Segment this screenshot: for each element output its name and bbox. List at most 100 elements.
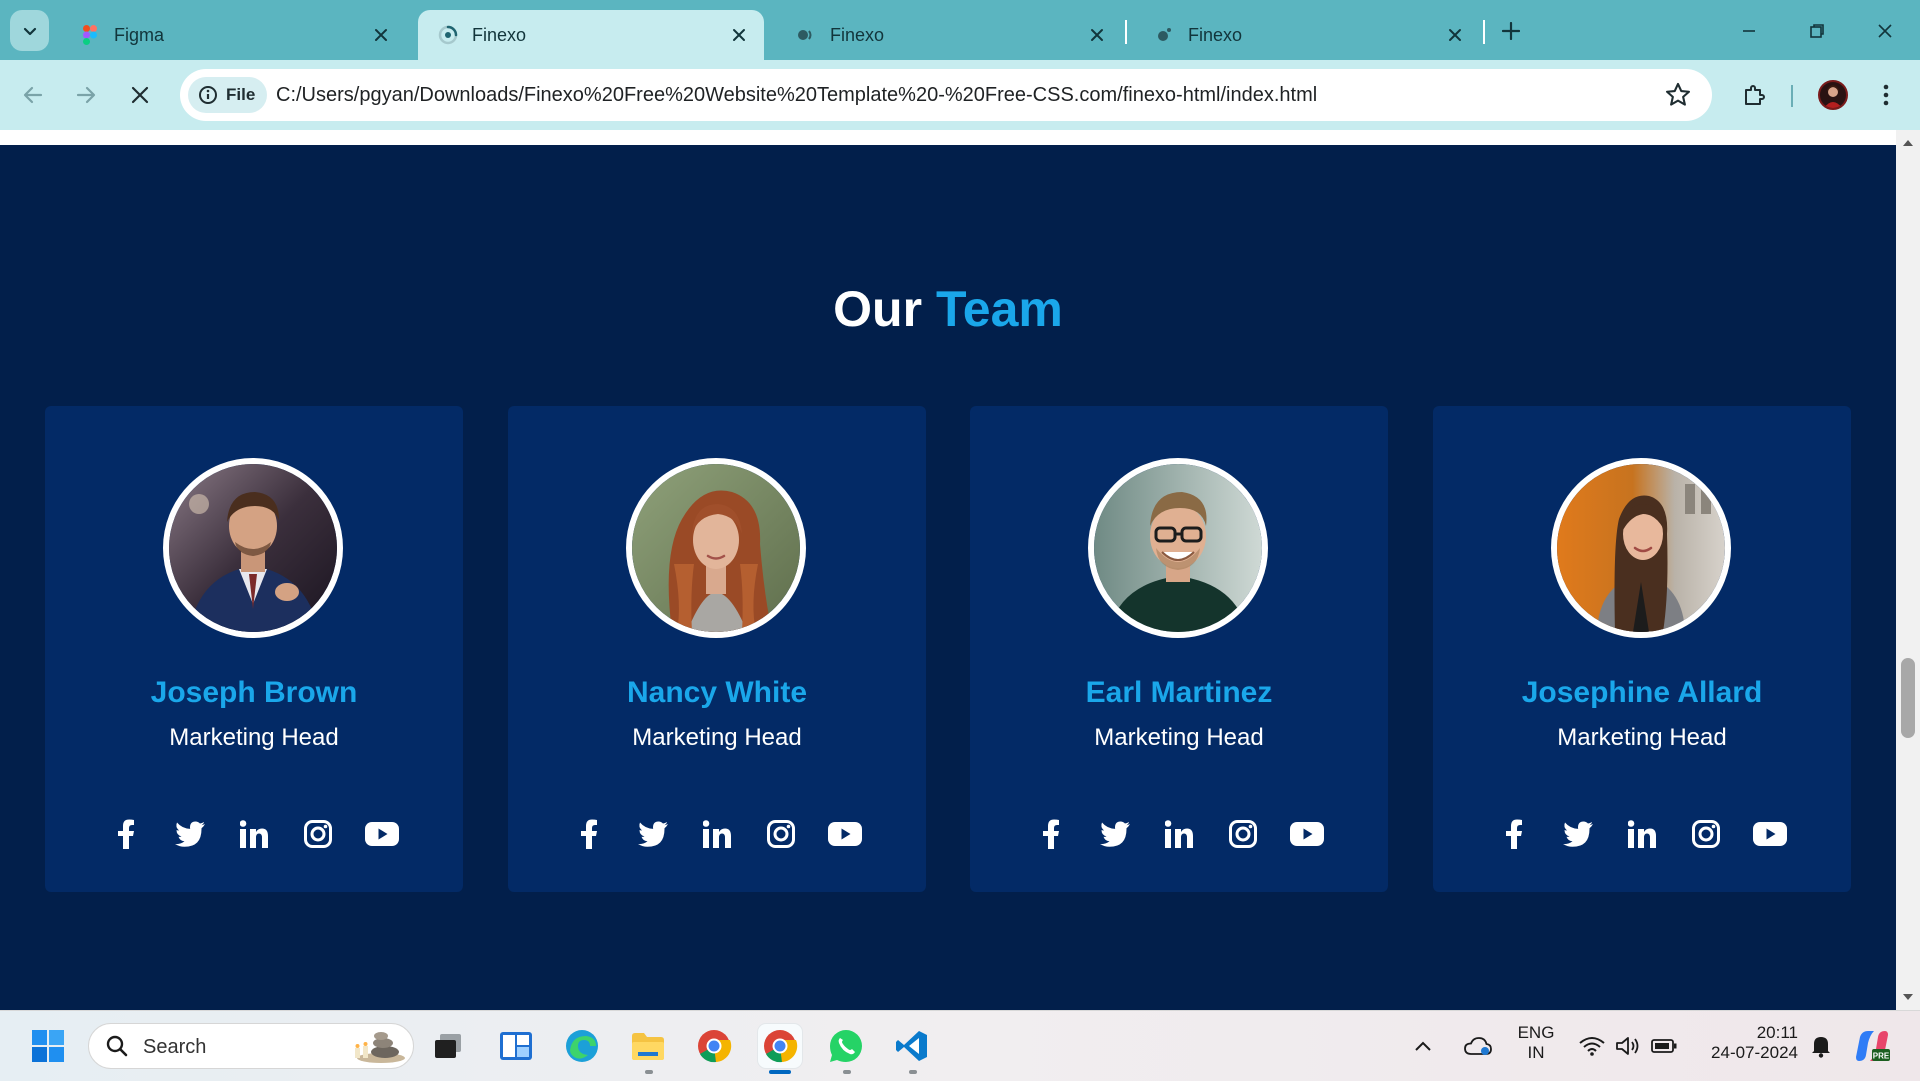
- copilot-button[interactable]: PRE: [1850, 1024, 1894, 1068]
- chrome-icon: [764, 1030, 798, 1063]
- scroll-up-arrow[interactable]: [1903, 140, 1913, 146]
- twitter-icon[interactable]: [173, 817, 207, 851]
- instagram-icon[interactable]: [764, 817, 798, 851]
- battery-icon: [1651, 1039, 1677, 1053]
- figma-icon: [78, 23, 102, 47]
- clock-date: 24-07-2024: [1711, 1043, 1798, 1062]
- arrow-right-icon: [76, 86, 96, 104]
- section-title: Our Team: [0, 280, 1896, 338]
- twitter-icon[interactable]: [1098, 817, 1132, 851]
- tab-figma[interactable]: Figma: [60, 10, 406, 60]
- stop-loading-button[interactable]: [122, 77, 158, 113]
- running-indicator: [843, 1070, 851, 1074]
- social-links: [508, 816, 926, 852]
- site-info-button[interactable]: File: [188, 77, 268, 113]
- chrome-active-button[interactable]: [758, 1024, 802, 1068]
- member-role: Marketing Head: [1557, 724, 1727, 751]
- new-tab-button[interactable]: [1496, 16, 1526, 46]
- scroll-down-arrow[interactable]: [1903, 994, 1913, 1000]
- browser-menu-button[interactable]: [1872, 79, 1900, 111]
- twitter-icon[interactable]: [636, 817, 670, 851]
- tab-title: Finexo: [472, 24, 527, 45]
- toolbar-separator: [1791, 85, 1793, 107]
- tab-title: Finexo: [830, 24, 885, 45]
- page-viewport: Our Team Joseph Brown Marketing Head Nan…: [0, 130, 1896, 1010]
- start-button[interactable]: [26, 1024, 70, 1068]
- team-card: Josephine Allard Marketing Head: [1433, 406, 1851, 892]
- youtube-icon[interactable]: [828, 817, 862, 851]
- close-icon[interactable]: [1086, 24, 1108, 46]
- folder-icon: [632, 1033, 664, 1060]
- facebook-icon[interactable]: [572, 817, 606, 851]
- onedrive-button[interactable]: [1460, 1024, 1496, 1068]
- battery-button[interactable]: [1646, 1024, 1682, 1068]
- profile-avatar[interactable]: [1818, 80, 1848, 110]
- close-window-button[interactable]: [1868, 14, 1902, 48]
- show-hidden-icons-button[interactable]: [1408, 1024, 1438, 1068]
- bell-icon: [1812, 1037, 1830, 1058]
- close-icon[interactable]: [1444, 24, 1466, 46]
- clock-time: 20:11: [1756, 1023, 1798, 1042]
- tab-separator: [1125, 20, 1127, 44]
- address-bar[interactable]: File C:/Users/pgyan/Downloads/Finexo%20F…: [180, 69, 1712, 121]
- running-indicator: [645, 1070, 653, 1074]
- svg-text:PRE: PRE: [1873, 1052, 1890, 1061]
- task-view-button[interactable]: [426, 1024, 470, 1068]
- linkedin-icon[interactable]: [237, 817, 271, 851]
- page-scrollbar[interactable]: [1896, 130, 1920, 1010]
- woman-blazer-photo: [1551, 458, 1731, 638]
- minimize-button[interactable]: [1732, 14, 1766, 48]
- extensions-button[interactable]: [1736, 77, 1772, 113]
- tab-separator: [1483, 20, 1485, 44]
- widgets-button[interactable]: [494, 1024, 538, 1068]
- linkedin-icon[interactable]: [1162, 817, 1196, 851]
- bookmark-star-icon[interactable]: [1664, 81, 1692, 109]
- back-button[interactable]: [15, 77, 51, 113]
- tab-finexo-3[interactable]: Finexo: [1134, 10, 1480, 60]
- instagram-icon[interactable]: [301, 817, 335, 851]
- youtube-icon[interactable]: [365, 817, 399, 851]
- widgets-icon: [500, 1032, 532, 1060]
- linkedin-icon[interactable]: [700, 817, 734, 851]
- region-code: IN: [1527, 1043, 1545, 1062]
- tab-finexo-2[interactable]: Finexo: [776, 10, 1122, 60]
- restore-button[interactable]: [1800, 14, 1834, 48]
- member-name: Joseph Brown: [150, 676, 358, 709]
- browser-tab-strip: Figma Finexo Finexo Finexo: [0, 0, 1920, 60]
- section-title-accent: Team: [935, 281, 1063, 337]
- instagram-icon[interactable]: [1226, 817, 1260, 851]
- info-icon: [199, 86, 217, 104]
- taskbar-search[interactable]: Search: [88, 1023, 414, 1069]
- close-icon[interactable]: [370, 24, 392, 46]
- volume-button[interactable]: [1610, 1024, 1646, 1068]
- youtube-icon[interactable]: [1290, 817, 1324, 851]
- youtube-icon[interactable]: [1753, 817, 1787, 851]
- member-name: Josephine Allard: [1521, 676, 1763, 709]
- tab-search-button[interactable]: [10, 10, 49, 51]
- chrome-button[interactable]: [692, 1024, 736, 1068]
- facebook-icon[interactable]: [1497, 817, 1531, 851]
- team-card: Joseph Brown Marketing Head: [45, 406, 463, 892]
- edge-icon: [566, 1030, 598, 1062]
- browser-toolbar: File C:/Users/pgyan/Downloads/Finexo%20F…: [0, 60, 1920, 130]
- vscode-button[interactable]: [890, 1024, 934, 1068]
- edge-browser-button[interactable]: [560, 1024, 604, 1068]
- notifications-button[interactable]: [1806, 1024, 1836, 1068]
- clock[interactable]: 20:11 24-07-2024: [1696, 1023, 1798, 1063]
- scrollbar-thumb[interactable]: [1901, 658, 1915, 738]
- whatsapp-button[interactable]: [824, 1024, 868, 1068]
- windows-logo-icon: [32, 1030, 64, 1062]
- url-text[interactable]: C:/Users/pgyan/Downloads/Finexo%20Free%2…: [276, 84, 1317, 107]
- instagram-icon[interactable]: [1689, 817, 1723, 851]
- language-indicator[interactable]: ENG IN: [1508, 1023, 1564, 1063]
- facebook-icon[interactable]: [1034, 817, 1068, 851]
- network-button[interactable]: [1574, 1024, 1610, 1068]
- tab-finexo-active[interactable]: Finexo: [418, 10, 764, 60]
- active-indicator: [769, 1070, 791, 1074]
- file-explorer-button[interactable]: [626, 1024, 670, 1068]
- facebook-icon[interactable]: [109, 817, 143, 851]
- linkedin-icon[interactable]: [1625, 817, 1659, 851]
- forward-button[interactable]: [68, 77, 104, 113]
- twitter-icon[interactable]: [1561, 817, 1595, 851]
- close-icon[interactable]: [728, 24, 750, 46]
